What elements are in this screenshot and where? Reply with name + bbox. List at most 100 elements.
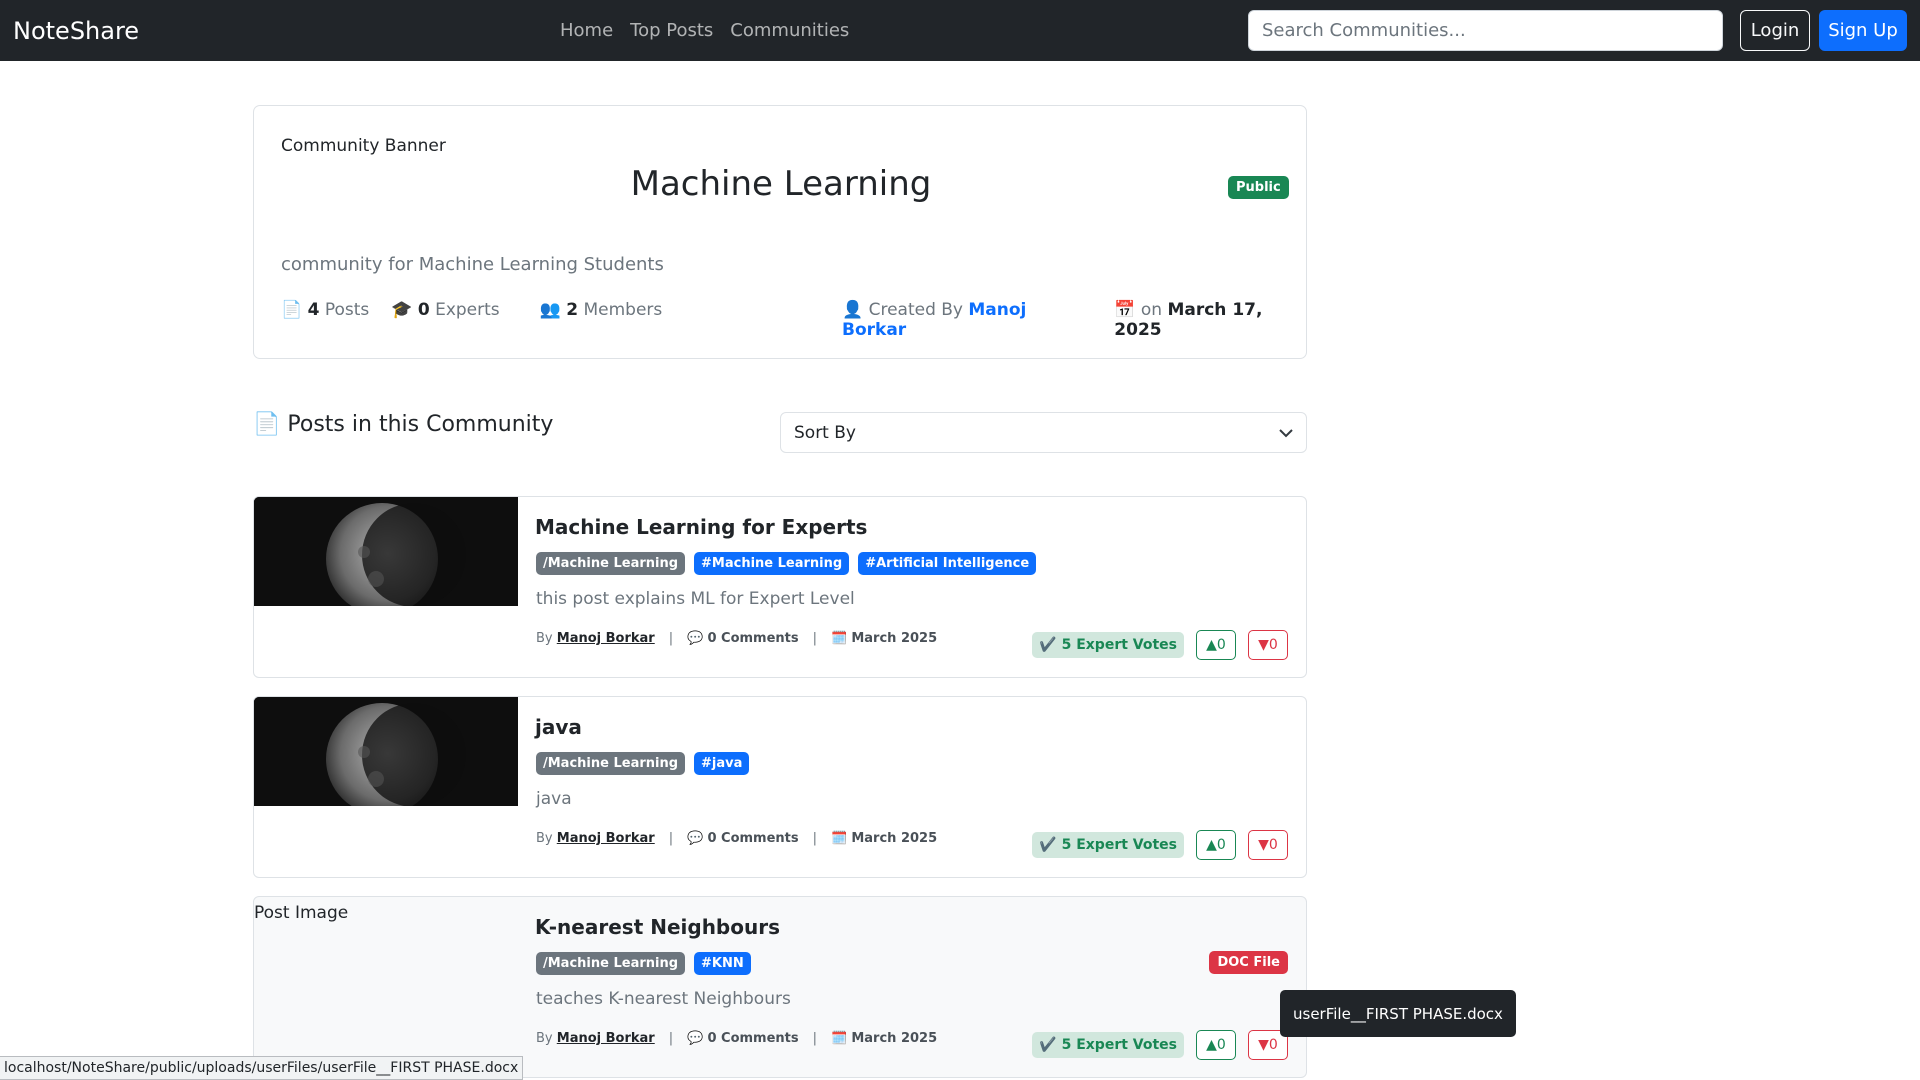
experts-label: Experts	[435, 300, 500, 320]
post-description: java	[536, 789, 572, 809]
navbar: NoteShare Home Top Posts Communities Log…	[0, 0, 1920, 61]
post-comments: 💬 0 Comments	[687, 1031, 799, 1046]
upvote-button[interactable]: ▲0	[1196, 1030, 1236, 1060]
post-author: By Manoj Borkar	[536, 831, 655, 846]
nav-link-top-posts[interactable]: Top Posts	[630, 19, 713, 43]
nav-link-home[interactable]: Home	[560, 19, 613, 43]
post-tags: /Machine Learning #java	[536, 752, 750, 775]
post-title[interactable]: java	[535, 715, 582, 739]
post-meta: By Manoj Borkar | 💬 0 Comments | 🗓️ Marc…	[536, 831, 937, 846]
hashtag[interactable]: #java	[694, 752, 750, 775]
hashtag[interactable]: #KNN	[694, 952, 751, 975]
separator: |	[668, 1031, 674, 1046]
calendar-icon: 🗓️	[831, 831, 848, 846]
people-icon: 👥	[539, 300, 561, 320]
post-image-alt[interactable]: Post Image	[254, 903, 348, 923]
comment-icon: 💬	[687, 831, 704, 846]
created-date: March 17, 2025	[1114, 300, 1263, 340]
community-creator-info: 👤 Created By Manoj Borkar 📅 on March 17,…	[842, 300, 1306, 340]
comments-count: 0 Comments	[707, 831, 799, 846]
post-author: By Manoj Borkar	[536, 1031, 655, 1046]
author-link[interactable]: Manoj Borkar	[557, 831, 655, 846]
post-meta: By Manoj Borkar | 💬 0 Comments | 🗓️ Marc…	[536, 1031, 937, 1046]
doc-file-badge[interactable]: DOC File	[1209, 951, 1288, 974]
hashtag[interactable]: #Machine Learning	[694, 552, 850, 575]
members-label: Members	[583, 300, 663, 320]
downvote-button[interactable]: ▼0	[1248, 630, 1288, 660]
browser-status-url: localhost/NoteShare/public/uploads/userF…	[0, 1056, 524, 1080]
separator: |	[812, 831, 818, 846]
post-votes: ✔️ 5 Expert Votes ▲0 ▼0	[1032, 1030, 1288, 1060]
posts-heading-text: Posts in this Community	[287, 412, 554, 437]
post-description: teaches K-nearest Neighbours	[536, 989, 791, 1009]
hashtag[interactable]: #Artificial Intelligence	[858, 552, 1037, 575]
upvote-count: 0	[1216, 1037, 1226, 1053]
brand-logo[interactable]: NoteShare	[13, 16, 139, 46]
separator: |	[668, 831, 674, 846]
downvote-count: 0	[1268, 1037, 1278, 1053]
downvote-count: 0	[1268, 837, 1278, 853]
calendar-icon: 🗓️	[831, 1031, 848, 1046]
upvote-count: 0	[1216, 837, 1226, 853]
downvote-button[interactable]: ▼0	[1248, 830, 1288, 860]
community-title: Machine Learning	[630, 164, 932, 204]
experts-count: 0	[417, 300, 430, 320]
document-icon: 📄	[253, 412, 281, 437]
author-link[interactable]: Manoj Borkar	[557, 1031, 655, 1046]
upvote-button[interactable]: ▲0	[1196, 830, 1236, 860]
post-thumbnail[interactable]	[254, 497, 518, 606]
file-tooltip: userFile__FIRST PHASE.docx	[1280, 990, 1516, 1037]
posts-stat: 📄 4 Posts	[281, 300, 369, 320]
user-icon: 👤	[842, 300, 864, 320]
downvote-count: 0	[1268, 637, 1278, 653]
calendar-icon: 📅	[1114, 300, 1136, 320]
sort-dropdown[interactable]: Sort By	[780, 412, 1307, 453]
post-card[interactable]: Post Image K-nearest Neighbours /Machine…	[253, 896, 1307, 1078]
nav-links: Home Top Posts Communities	[560, 19, 849, 43]
post-card[interactable]: Machine Learning for Experts /Machine Le…	[253, 496, 1307, 678]
comment-icon: 💬	[687, 631, 704, 646]
posts-count: 4	[307, 300, 320, 320]
calendar-icon: 🗓️	[831, 631, 848, 646]
search-input[interactable]	[1248, 10, 1723, 51]
by-label: By	[536, 631, 553, 646]
post-date: 🗓️ March 2025	[831, 631, 937, 646]
expert-votes-text: 5 Expert Votes	[1061, 637, 1177, 653]
separator: |	[812, 631, 818, 646]
created-on: 📅 on March 17, 2025	[1114, 300, 1306, 340]
post-date-text: March 2025	[851, 831, 938, 846]
expert-votes-badge: ✔️ 5 Expert Votes	[1032, 832, 1184, 858]
community-banner-alt: Community Banner	[281, 136, 446, 156]
comment-icon: 💬	[687, 1031, 704, 1046]
visibility-badge: Public	[1228, 176, 1289, 199]
community-card: Community Banner Machine Learning Public…	[253, 105, 1307, 359]
post-date: 🗓️ March 2025	[831, 1031, 937, 1046]
post-title[interactable]: K-nearest Neighbours	[535, 915, 780, 939]
author-link[interactable]: Manoj Borkar	[557, 631, 655, 646]
expert-votes-badge: ✔️ 5 Expert Votes	[1032, 1032, 1184, 1058]
moon-image	[254, 497, 518, 606]
nav-link-communities[interactable]: Communities	[730, 19, 849, 43]
post-title[interactable]: Machine Learning for Experts	[535, 515, 867, 539]
by-label: By	[536, 831, 553, 846]
community-tag[interactable]: /Machine Learning	[536, 952, 686, 975]
post-comments: 💬 0 Comments	[687, 631, 799, 646]
post-thumbnail[interactable]	[254, 697, 518, 806]
post-card[interactable]: java /Machine Learning #java java By Man…	[253, 696, 1307, 878]
comments-count: 0 Comments	[707, 631, 799, 646]
post-date-text: March 2025	[851, 631, 938, 646]
created-by-label: Created By	[868, 300, 963, 320]
community-tag[interactable]: /Machine Learning	[536, 552, 686, 575]
signup-button[interactable]: Sign Up	[1819, 10, 1907, 51]
post-author: By Manoj Borkar	[536, 631, 655, 646]
upvote-button[interactable]: ▲0	[1196, 630, 1236, 660]
expert-votes-badge: ✔️ 5 Expert Votes	[1032, 632, 1184, 658]
document-icon: 📄	[281, 300, 303, 320]
login-button[interactable]: Login	[1740, 10, 1810, 51]
post-meta: By Manoj Borkar | 💬 0 Comments | 🗓️ Marc…	[536, 631, 937, 646]
by-label: By	[536, 1031, 553, 1046]
community-description: community for Machine Learning Students	[281, 254, 664, 275]
community-tag[interactable]: /Machine Learning	[536, 752, 686, 775]
experts-stat: 🎓 0 Experts	[391, 300, 499, 320]
community-stats: 📄 4 Posts 🎓 0 Experts 👥 2 Members	[281, 300, 662, 320]
